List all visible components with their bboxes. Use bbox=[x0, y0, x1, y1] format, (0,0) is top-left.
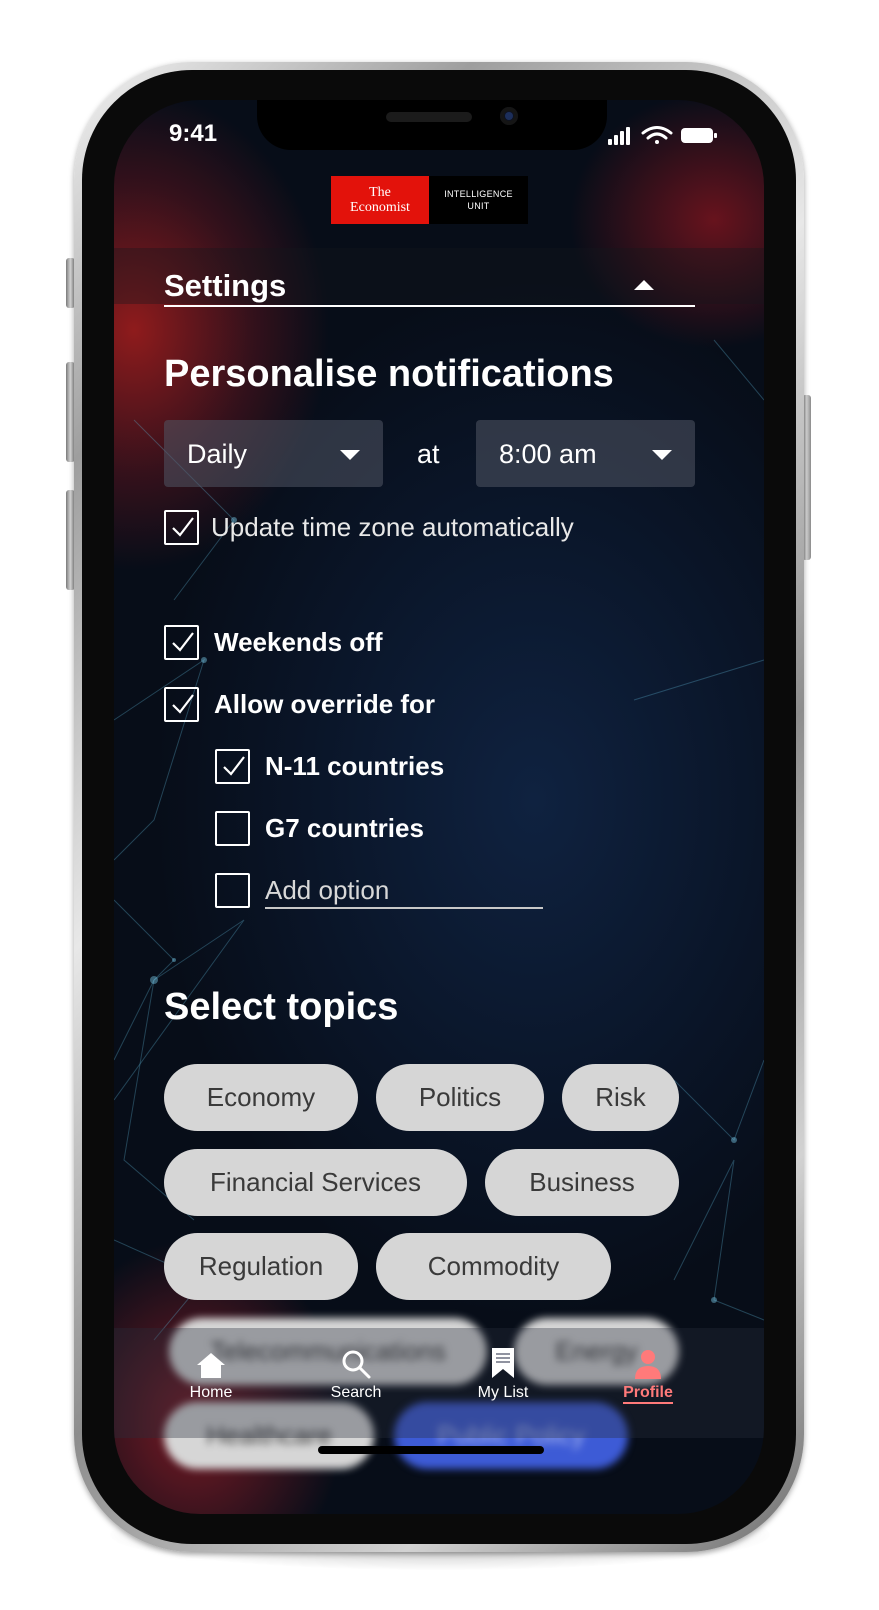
n11-checkbox[interactable] bbox=[215, 749, 250, 784]
n11-label: N-11 countries bbox=[265, 751, 445, 781]
economist-intelligence-unit-logo: The Economist INTELLIGENCE UNIT bbox=[331, 176, 528, 224]
tab-home[interactable]: Home bbox=[161, 1344, 261, 1402]
tab-search-label: Search bbox=[330, 1384, 382, 1401]
status-time: 9:41 bbox=[169, 120, 218, 147]
add-option-underline bbox=[265, 907, 543, 909]
wifi-icon bbox=[641, 126, 673, 144]
checkmark-icon bbox=[223, 756, 245, 776]
tab-profile-label: Profile bbox=[623, 1384, 673, 1404]
logo-text-unit: UNIT bbox=[467, 201, 490, 211]
logo-economist: The Economist bbox=[331, 176, 429, 224]
topic-chip-business[interactable]: Business bbox=[485, 1149, 679, 1216]
logo-text-economist: Economist bbox=[350, 200, 410, 215]
weekends-off-label: Weekends off bbox=[214, 627, 383, 657]
checkmark-icon bbox=[172, 632, 194, 652]
tab-profile[interactable]: Profile bbox=[598, 1344, 698, 1404]
timezone-label: Update time zone automatically bbox=[211, 512, 574, 542]
person-icon bbox=[635, 1350, 661, 1379]
add-option-input[interactable]: Add option bbox=[265, 875, 389, 906]
home-indicator bbox=[318, 1446, 544, 1454]
allow-override-row[interactable]: Allow override for bbox=[164, 687, 435, 722]
timezone-checkbox[interactable] bbox=[164, 510, 199, 545]
settings-title[interactable]: Settings bbox=[164, 268, 286, 304]
frequency-value: Daily bbox=[187, 439, 248, 469]
frequency-select[interactable]: Daily bbox=[164, 420, 383, 487]
phone-screen: 9:41 The Economist INTELLIGENCE UNIT Set… bbox=[114, 100, 764, 1514]
bookmark-list-icon bbox=[492, 1348, 514, 1378]
logo-text-intelligence: INTELLIGENCE bbox=[444, 189, 513, 199]
tab-my-list-label: My List bbox=[477, 1384, 529, 1401]
collapse-caret-icon[interactable] bbox=[634, 280, 654, 290]
earpiece-speaker bbox=[386, 112, 472, 122]
tab-home-label: Home bbox=[189, 1384, 233, 1401]
topic-chip-politics[interactable]: Politics bbox=[376, 1064, 544, 1131]
home-icon bbox=[197, 1353, 225, 1378]
network-background bbox=[114, 339, 764, 1341]
override-option-g7-row[interactable]: G7 countries bbox=[215, 811, 424, 846]
add-option-row[interactable]: Add option bbox=[215, 873, 389, 908]
add-option-checkbox[interactable] bbox=[215, 873, 250, 908]
checkmark-icon bbox=[172, 517, 194, 537]
topic-chip-regulation[interactable]: Regulation bbox=[164, 1233, 358, 1300]
settings-divider bbox=[164, 305, 695, 307]
topics-heading: Select topics bbox=[164, 986, 399, 1028]
topic-chip-financial-services[interactable]: Financial Services bbox=[164, 1149, 467, 1216]
cellular-signal-icon bbox=[608, 127, 630, 145]
chevron-down-icon bbox=[652, 450, 672, 460]
chevron-down-icon bbox=[340, 450, 360, 460]
at-label: at bbox=[417, 439, 440, 469]
tab-my-list[interactable]: My List bbox=[453, 1344, 553, 1402]
tab-search[interactable]: Search bbox=[306, 1344, 406, 1402]
notch bbox=[257, 100, 607, 150]
notifications-heading: Personalise notifications bbox=[164, 353, 614, 395]
topic-chip-risk[interactable]: Risk bbox=[562, 1064, 679, 1131]
checkmark-icon bbox=[172, 694, 194, 714]
allow-override-label: Allow override for bbox=[214, 689, 436, 719]
allow-override-checkbox[interactable] bbox=[164, 687, 199, 722]
topic-chip-economy[interactable]: Economy bbox=[164, 1064, 358, 1131]
logo-intelligence-unit: INTELLIGENCE UNIT bbox=[429, 176, 528, 224]
time-value: 8:00 am bbox=[499, 439, 597, 469]
front-camera bbox=[500, 107, 518, 125]
weekends-off-checkbox[interactable] bbox=[164, 625, 199, 660]
status-icons bbox=[608, 126, 717, 145]
battery-icon bbox=[681, 128, 717, 143]
time-select[interactable]: 8:00 am bbox=[476, 420, 695, 487]
override-option-n11-row[interactable]: N-11 countries bbox=[215, 749, 444, 784]
g7-checkbox[interactable] bbox=[215, 811, 250, 846]
g7-label: G7 countries bbox=[265, 813, 424, 843]
topic-chip-commodity[interactable]: Commodity bbox=[376, 1233, 611, 1300]
weekends-off-row[interactable]: Weekends off bbox=[164, 625, 383, 660]
timezone-checkbox-row[interactable]: Update time zone automatically bbox=[164, 510, 574, 545]
logo-text-the: The bbox=[369, 185, 391, 200]
search-icon bbox=[342, 1350, 371, 1379]
